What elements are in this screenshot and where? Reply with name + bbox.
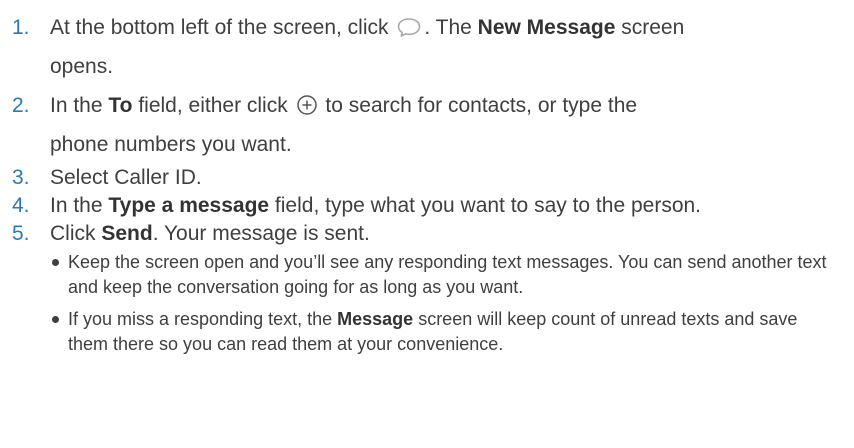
bullet-item: Keep the screen open and you’ll see any … xyxy=(50,250,842,300)
plus-circle-icon xyxy=(296,94,318,116)
step-text-continuation: opens. xyxy=(50,55,114,78)
bullet-dot xyxy=(52,259,59,266)
step-4: 4. In the Type a message field, type wha… xyxy=(0,192,854,220)
bullet-dot xyxy=(52,316,59,323)
step-2: 2. In the To field, either click to sear… xyxy=(0,86,854,164)
step-number: 2. xyxy=(12,94,30,117)
bullet-text: Keep the screen open and you’ll see any … xyxy=(68,252,827,297)
steps-list: 1. At the bottom left of the screen, cli… xyxy=(0,8,854,357)
step-text: In the xyxy=(50,94,109,117)
step-text: Select Caller ID. xyxy=(50,166,202,189)
step-5: 5. Click Send. Your message is sent. Kee… xyxy=(0,220,854,357)
step-1: 1. At the bottom left of the screen, cli… xyxy=(0,8,854,86)
step-5-bullets: Keep the screen open and you’ll see any … xyxy=(50,250,842,357)
step-number: 5. xyxy=(12,222,30,245)
ui-term: Message xyxy=(337,309,414,329)
ui-term: To xyxy=(108,94,133,117)
step-text: screen xyxy=(615,16,685,39)
step-3: 3. Select Caller ID. xyxy=(0,164,854,192)
step-number: 1. xyxy=(12,16,30,39)
ui-term: Send xyxy=(101,222,153,245)
step-number: 4. xyxy=(12,194,30,217)
bullet-text: If you miss a responding text, the xyxy=(68,309,338,329)
step-text: . Your message is sent. xyxy=(152,222,370,245)
step-text: In the xyxy=(50,194,109,217)
step-text: field, either click xyxy=(132,94,288,117)
step-text: to search for contacts, or type the xyxy=(319,94,638,117)
step-number: 3. xyxy=(12,166,30,189)
step-text: . The xyxy=(424,16,478,39)
bullet-item: If you miss a responding text, the Messa… xyxy=(50,307,842,357)
ui-term: New Message xyxy=(477,16,616,39)
step-text: Click xyxy=(50,222,102,245)
step-text-continuation: phone numbers you want. xyxy=(50,133,292,156)
step-text: field, type what you want to say to the … xyxy=(269,194,702,217)
instructions-page: 1. At the bottom left of the screen, cli… xyxy=(0,0,854,448)
ui-term: Type a message xyxy=(108,194,270,217)
chat-bubble-icon xyxy=(396,16,422,38)
step-text: At the bottom left of the screen, click xyxy=(50,16,389,39)
